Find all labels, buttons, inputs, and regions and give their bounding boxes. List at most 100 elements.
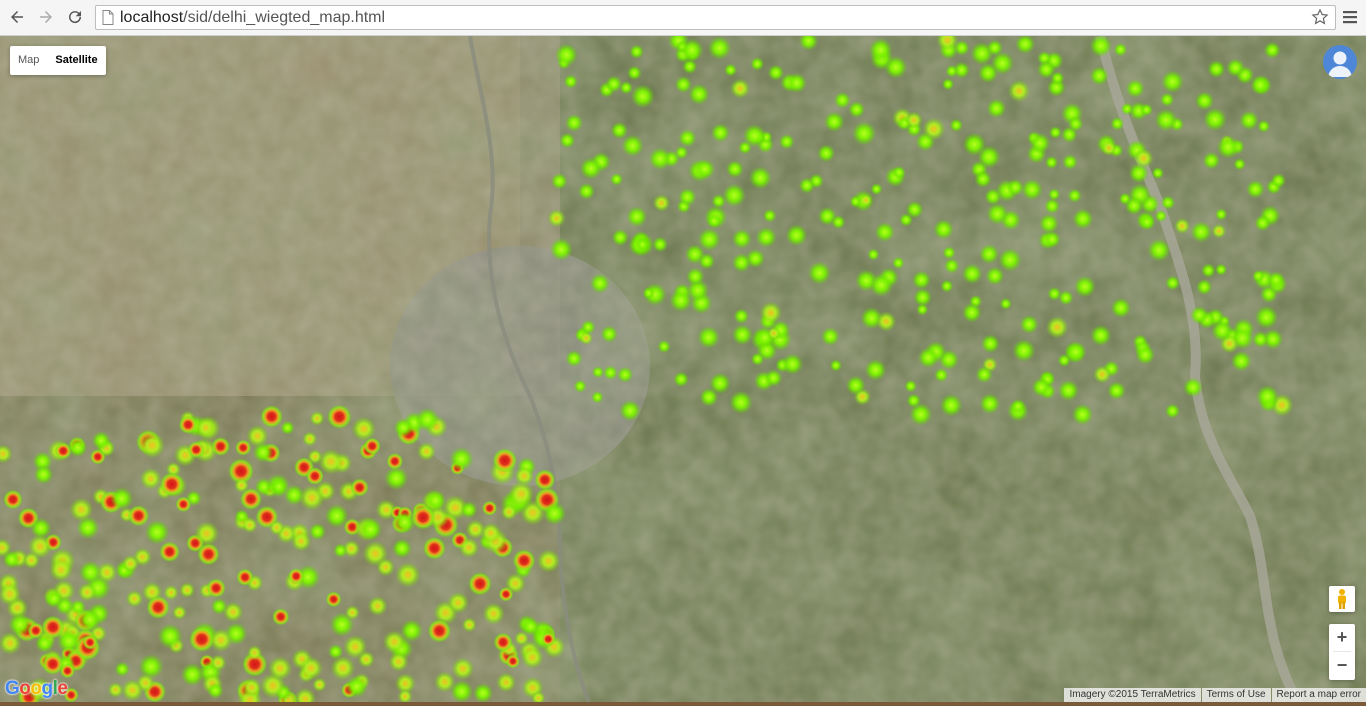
heat-spot-green — [1233, 158, 1246, 171]
heat-spot-green — [986, 202, 1009, 225]
heat-spot-green — [621, 134, 644, 157]
heat-spot-green — [549, 237, 573, 261]
heat-spot-green — [961, 263, 983, 285]
heat-spot-green — [1165, 275, 1181, 291]
heat-spot-green — [1074, 275, 1096, 298]
heat-spot-green — [1067, 188, 1082, 203]
heat-spot-green — [961, 302, 982, 323]
heat-spot-red — [288, 568, 305, 585]
heat-spot-green — [600, 325, 618, 343]
heat-spot-green — [1050, 71, 1065, 86]
heat-spot-green — [697, 326, 720, 349]
map-attribution: Imagery ©2015 TerraMetrics Terms of Use … — [1063, 688, 1366, 702]
heat-spot-green — [1044, 198, 1060, 215]
bottom-border — [0, 702, 1366, 706]
heat-spot-green — [1089, 66, 1109, 86]
heat-spot-green — [1006, 178, 1024, 196]
heat-spot-green — [1107, 381, 1126, 401]
heat-spot-green — [559, 132, 576, 149]
heat-spot-red — [534, 469, 556, 491]
terms-of-use-link[interactable]: Terms of Use — [1201, 688, 1271, 702]
heat-spot-red — [496, 672, 517, 693]
heat-spot-green — [817, 144, 835, 163]
map-type-map-button[interactable]: Map — [10, 46, 47, 75]
reload-icon — [69, 11, 82, 24]
heat-spot-green — [626, 206, 648, 228]
heat-spot-red — [235, 439, 252, 456]
heat-spot-green — [1019, 314, 1039, 334]
heat-spot-red — [505, 573, 526, 594]
heat-spot-green — [1154, 209, 1168, 223]
heat-spot-green — [748, 166, 772, 190]
address-bar[interactable]: localhost/sid/delhi_wiegted_map.html — [95, 5, 1336, 30]
user-avatar[interactable] — [1323, 45, 1357, 79]
heat-spot-red — [159, 472, 184, 497]
heat-spot-red — [121, 554, 140, 573]
heat-spot-green — [1138, 213, 1156, 231]
heat-spot-green — [630, 84, 655, 109]
heat-spot-green — [848, 101, 865, 118]
heat-spot-red — [382, 630, 406, 654]
heat-spot-red — [422, 536, 446, 560]
heat-spot-green — [678, 187, 697, 207]
heat-spot-red — [222, 601, 244, 623]
heat-spot-green — [1012, 339, 1036, 363]
heat-spot-green — [807, 261, 832, 285]
page-icon — [102, 10, 114, 25]
imagery-credit: Imagery ©2015 TerraMetrics — [1064, 688, 1201, 702]
heat-spot-red — [91, 431, 111, 450]
heat-spot-red — [521, 617, 540, 636]
heat-spot-red — [207, 682, 224, 699]
forward-button[interactable] — [35, 6, 57, 28]
street-view-pegman[interactable] — [1329, 586, 1355, 612]
heat-spot-green — [974, 170, 992, 188]
heat-spot-red — [393, 418, 414, 438]
heat-spot-green — [1252, 269, 1265, 283]
heat-spot-green — [674, 75, 693, 94]
heat-spot-green — [1021, 178, 1043, 201]
heat-spot-red — [367, 596, 388, 616]
heat-spot-green — [1072, 208, 1094, 230]
map-type-satellite-button[interactable]: Satellite — [47, 46, 105, 75]
heat-spot-green — [905, 200, 924, 219]
heat-spot-red — [236, 568, 254, 586]
user-silhouette-icon — [1328, 51, 1352, 77]
map-canvas[interactable]: Map Satellite + − Google Imagery ©2015 T… — [0, 36, 1366, 706]
heat-spot-red — [395, 562, 421, 588]
heat-spot-red — [449, 446, 474, 472]
hamburger-menu-icon[interactable] — [1341, 8, 1359, 26]
arrow-right-icon — [40, 11, 52, 23]
heat-spot-green — [750, 57, 765, 71]
heat-spot-red — [345, 605, 360, 620]
heat-spot-green — [1183, 377, 1203, 398]
heat-spot-green — [990, 51, 1015, 75]
heat-spot-green — [1048, 188, 1061, 201]
heat-spot-green — [589, 273, 610, 294]
zoom-in-button[interactable]: + — [1329, 624, 1355, 651]
heat-spot-green — [579, 157, 603, 180]
heat-spot-red — [146, 595, 170, 619]
heat-spot-green — [579, 331, 594, 345]
heat-spot-red — [30, 517, 52, 539]
heat-spot-red — [508, 481, 535, 507]
heat-spot-green — [547, 209, 566, 228]
bookmark-star-icon[interactable] — [1311, 8, 1329, 26]
heat-spot-green — [1207, 60, 1226, 79]
heat-spot-red — [252, 442, 274, 463]
heat-spot-green — [565, 350, 583, 367]
heat-spot-green — [573, 379, 587, 393]
heat-spot-green — [1216, 135, 1240, 159]
back-button[interactable] — [6, 6, 28, 28]
heat-spot-red — [492, 448, 518, 473]
heat-spot-green — [944, 258, 960, 274]
report-map-error-link[interactable]: Report a map error — [1271, 688, 1366, 702]
heat-spot-green — [565, 114, 583, 132]
heat-spot-green — [729, 390, 753, 415]
heat-spot-green — [1270, 173, 1286, 189]
heat-spot-red — [107, 682, 124, 698]
reload-button[interactable] — [64, 6, 86, 28]
zoom-out-button[interactable]: − — [1329, 652, 1355, 679]
heat-spot-red — [209, 628, 233, 652]
heat-spot-red — [41, 615, 65, 639]
heat-spot-green — [1230, 350, 1252, 372]
